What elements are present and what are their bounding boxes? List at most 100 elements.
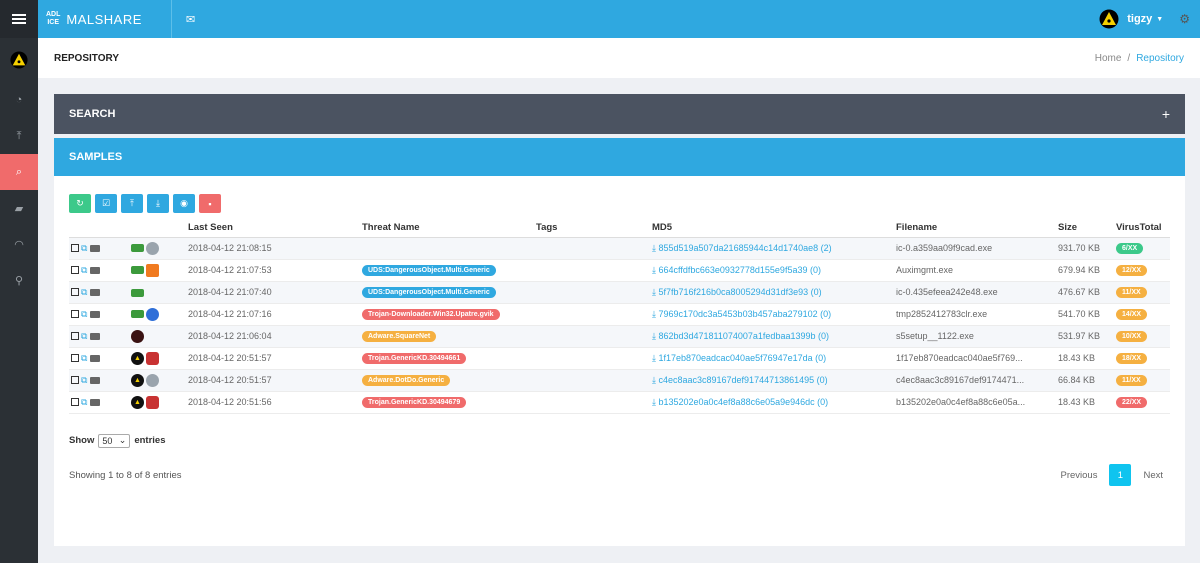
download-button[interactable]: ⤓ — [147, 194, 169, 213]
details-icon[interactable] — [90, 354, 101, 362]
row-checkbox[interactable] — [71, 376, 79, 385]
threat-badge: Trojan.GenericKD.30494661 — [362, 353, 467, 364]
page-1-button[interactable]: 1 — [1109, 464, 1132, 486]
row-checkbox[interactable] — [71, 310, 79, 319]
tags-cell — [534, 259, 650, 282]
virustotal-badge[interactable]: 11/XX — [1116, 375, 1147, 386]
details-icon[interactable] — [90, 310, 101, 318]
breadcrumb-home[interactable]: Home — [1095, 53, 1122, 64]
md5-text: 1f17eb870eadcac040ae5f76947e17da (0) — [658, 352, 827, 363]
threat-badge: UDS:DangerousObject.Multi.Generic — [362, 265, 496, 276]
external-link-icon[interactable]: ⧉ — [81, 309, 87, 319]
external-link-icon[interactable]: ⧉ — [81, 375, 87, 385]
threat-cell: UDS:DangerousObject.Multi.Generic — [360, 281, 534, 304]
md5-cell: ⤓ 7969c170dc3a5453b03b457aba279102 (0) — [650, 303, 894, 326]
virustotal-cell: 14/XX — [1114, 303, 1170, 326]
tags-cell — [534, 347, 650, 370]
md5-cell: ⤓ 1f17eb870eadcac040ae5f76947e17da (0) — [650, 347, 894, 370]
column-header: Filename — [894, 219, 1056, 238]
table-row: ⧉ 2018-04-12 21:07:40 UDS:DangerousObject.… — [69, 281, 1170, 304]
md5-link[interactable]: ⤓ 664cffdfbc663e0932778d155e9f5a39 (0) — [652, 265, 821, 275]
row-actions: ⧉ — [69, 347, 129, 370]
virustotal-badge[interactable]: 10/XX — [1116, 331, 1148, 342]
md5-text: 855d519a507da21685944c14d1740ae8 (2) — [658, 242, 832, 253]
search-panel-header[interactable]: SEARCH + — [54, 94, 1185, 134]
row-checkbox[interactable] — [71, 244, 79, 253]
virustotal-badge[interactable]: 6/XX — [1116, 243, 1144, 254]
expand-icon[interactable]: + — [1162, 106, 1170, 122]
md5-link[interactable]: ⤓ 862bd3d471811074007a1fedbaa1399b (0) — [652, 331, 829, 341]
virustotal-badge[interactable]: 18/XX — [1116, 353, 1148, 364]
details-icon[interactable] — [90, 332, 101, 340]
sidebar-item-rocket[interactable]: ⚲ — [0, 262, 38, 298]
virustotal-cell: 6/XX — [1114, 237, 1170, 260]
external-link-icon[interactable]: ⧉ — [81, 331, 87, 341]
last-seen: 2018-04-12 21:08:15 — [186, 237, 360, 260]
avatar — [1099, 9, 1119, 29]
entries-select[interactable]: 50 ⌄ — [98, 433, 131, 448]
next-button[interactable]: Next — [1135, 466, 1171, 485]
delete-button[interactable]: ▪ — [199, 194, 221, 213]
last-seen: 2018-04-12 21:06:04 — [186, 325, 360, 348]
column-header: Last Seen — [186, 219, 360, 238]
samples-panel-title: SAMPLES — [69, 151, 123, 163]
md5-link[interactable]: ⤓ 7969c170dc3a5453b03b457aba279102 (0) — [652, 309, 831, 319]
rocket-icon: ⚲ — [14, 274, 24, 287]
gear-icon[interactable]: ⚙ — [1179, 12, 1190, 26]
external-link-icon[interactable]: ⧉ — [81, 397, 87, 407]
row-actions: ⧉ — [69, 237, 129, 260]
sidebar-item-rss[interactable]: ◠ — [0, 226, 38, 262]
md5-link[interactable]: ⤓ b135202e0a0c4ef8a88c6e05a9e946dc (0) — [652, 397, 828, 407]
virustotal-badge[interactable]: 12/XX — [1116, 265, 1148, 276]
brand-logo: ADL ICE — [46, 11, 61, 26]
previous-button[interactable]: Previous — [1052, 466, 1105, 485]
column-header: Threat Name — [360, 219, 534, 238]
md5-link[interactable]: ⤓ c4ec8aac3c89167def91744713861495 (0) — [652, 375, 828, 385]
md5-link[interactable]: ⤓ 1f17eb870eadcac040ae5f76947e17da (0) — [652, 353, 826, 363]
page-header: REPOSITORY Home / Repository — [38, 38, 1200, 78]
details-icon[interactable] — [90, 266, 101, 274]
app-icon — [146, 263, 159, 277]
refresh-button[interactable]: ↻ — [69, 194, 91, 213]
virustotal-badge[interactable]: 14/XX — [1116, 309, 1148, 320]
row-checkbox[interactable] — [71, 398, 79, 407]
details-icon[interactable] — [90, 244, 101, 252]
sidebar-item-upload[interactable]: ⤒ — [0, 118, 38, 154]
tags-cell — [534, 303, 650, 326]
row-icons — [129, 259, 186, 282]
row-checkbox[interactable] — [71, 332, 79, 341]
envelope-icon[interactable]: ✉ — [186, 13, 195, 26]
external-link-icon[interactable]: ⧉ — [81, 287, 87, 297]
md5-text: 862bd3d471811074007a1fedbaa1399b (0) — [658, 330, 829, 341]
tags-cell — [534, 281, 650, 304]
row-checkbox[interactable] — [71, 266, 79, 275]
virustotal-badge[interactable]: 11/XX — [1116, 287, 1147, 298]
last-seen: 2018-04-12 20:51:56 — [186, 391, 360, 414]
md5-link[interactable]: ⤓ 855d519a507da21685944c14d1740ae8 (2) — [652, 243, 832, 253]
user-menu[interactable]: tigzy ▼ — [1099, 9, 1163, 29]
external-link-icon[interactable]: ⧉ — [81, 353, 87, 363]
upload-button[interactable]: ⤒ — [121, 194, 143, 213]
sidebar-item-dashboard[interactable]: ◔ — [0, 82, 38, 118]
filename: ic-0.435efeea242e48.exe — [894, 281, 1056, 304]
external-link-icon[interactable]: ⧉ — [81, 243, 87, 253]
row-checkbox[interactable] — [71, 354, 79, 363]
vehicle-icon — [146, 395, 159, 409]
select-all-button[interactable]: ☑ — [95, 194, 117, 213]
row-actions: ⧉ — [69, 369, 129, 392]
threat-badge: Adware.SquareNet — [362, 331, 437, 342]
details-icon[interactable] — [90, 398, 101, 406]
sidebar-item-comments[interactable]: ▰ — [0, 190, 38, 226]
external-link-icon[interactable]: ⧉ — [81, 265, 87, 275]
brand[interactable]: ADL ICE MALSHARE — [38, 0, 172, 38]
md5-link[interactable]: ⤓ 5f7fb716f216b0ca8005294d31df3e93 (0) — [652, 287, 822, 297]
details-icon[interactable] — [90, 288, 101, 296]
md5-text: c4ec8aac3c89167def91744713861495 (0) — [658, 374, 828, 385]
sidebar-item-search[interactable]: ⌕ — [0, 154, 38, 190]
details-icon[interactable] — [90, 376, 101, 384]
menu-toggle-button[interactable] — [0, 0, 38, 38]
row-checkbox[interactable] — [71, 288, 79, 297]
virustotal-badge[interactable]: 22/XX — [1116, 397, 1148, 408]
virustotal-cell: 11/XX — [1114, 369, 1170, 392]
view-button[interactable]: ◉ — [173, 194, 195, 213]
